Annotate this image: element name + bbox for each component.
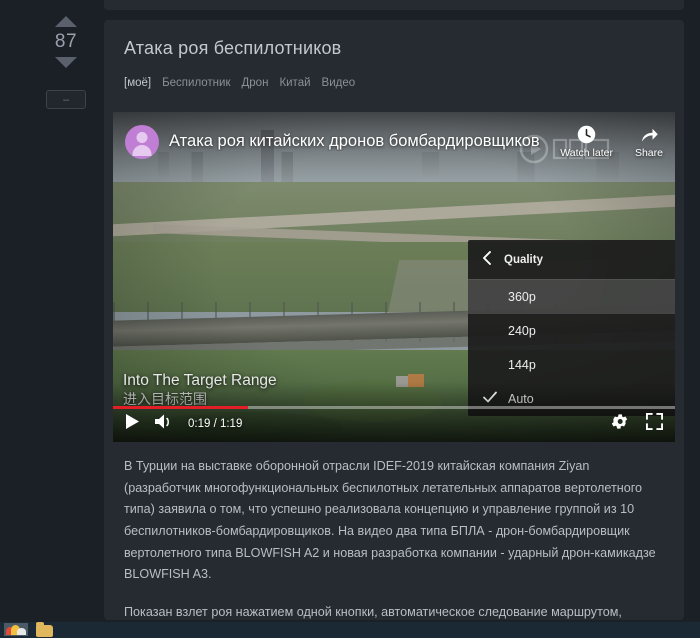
- time-display: 0:19 / 1:19: [188, 418, 243, 430]
- quality-option-label: 240p: [508, 324, 536, 338]
- downvote-icon[interactable]: [55, 57, 77, 68]
- share-button[interactable]: Share: [635, 124, 663, 159]
- quality-menu-title: Quality: [504, 253, 543, 266]
- app-launcher-icon[interactable]: [4, 623, 30, 637]
- post-title: Атака роя беспилотников: [124, 38, 342, 58]
- clock-icon: [576, 124, 597, 147]
- chevron-left-icon[interactable]: [482, 251, 492, 268]
- post-paragraph-1: В Турции на выставке оборонной отрасли I…: [124, 459, 656, 582]
- os-taskbar: [0, 622, 700, 638]
- play-icon[interactable]: [125, 413, 140, 435]
- quality-option-label: 360p: [508, 290, 536, 304]
- quality-menu-header[interactable]: Quality: [468, 240, 675, 280]
- video-title[interactable]: Атака роя китайских дронов бомбардировщи…: [169, 132, 540, 151]
- player-header-actions: Watch later Share: [560, 124, 663, 159]
- quality-option-360p[interactable]: 360p: [468, 280, 675, 314]
- tag-bespilotnik[interactable]: Беспилотник: [162, 77, 230, 89]
- fullscreen-icon[interactable]: [646, 413, 663, 435]
- watch-later-label: Watch later: [560, 147, 613, 159]
- vote-widget: 87 –: [46, 16, 86, 109]
- tag-dron[interactable]: Дрон: [242, 77, 269, 89]
- watch-later-button[interactable]: Watch later: [560, 124, 613, 159]
- quality-option-label: 144p: [508, 358, 536, 372]
- player-control-bar: 0:19 / 1:19: [113, 410, 675, 438]
- tag-mine[interactable]: [моё]: [124, 77, 151, 89]
- vote-count: 87: [54, 31, 78, 52]
- folder-icon[interactable]: [36, 622, 62, 637]
- youtube-video-player[interactable]: Атака роя китайских дронов бомбардировщи…: [113, 112, 675, 442]
- previous-post-card-partial: [104, 0, 684, 10]
- post-body: В Турции на выставке оборонной отрасли I…: [124, 456, 666, 638]
- tag-kitay[interactable]: Китай: [279, 77, 310, 89]
- tag-list: [моё] Беспилотник Дрон Китай Видео: [124, 77, 664, 89]
- share-arrow-icon: [638, 124, 660, 147]
- tag-video[interactable]: Видео: [322, 77, 356, 89]
- quality-option-144p[interactable]: 144p: [468, 348, 675, 382]
- player-header: Атака роя китайских дронов бомбардировщи…: [125, 124, 663, 159]
- share-label: Share: [634, 147, 663, 159]
- collapse-post-button[interactable]: –: [46, 90, 86, 109]
- upvote-icon[interactable]: [55, 16, 77, 27]
- player-right-controls: [611, 413, 663, 435]
- quality-option-240p[interactable]: 240p: [468, 314, 675, 348]
- gear-icon[interactable]: [611, 413, 628, 435]
- progress-bar-played: [113, 406, 248, 409]
- progress-bar[interactable]: [113, 406, 675, 409]
- volume-icon[interactable]: [154, 413, 174, 435]
- channel-avatar-icon[interactable]: [125, 124, 159, 159]
